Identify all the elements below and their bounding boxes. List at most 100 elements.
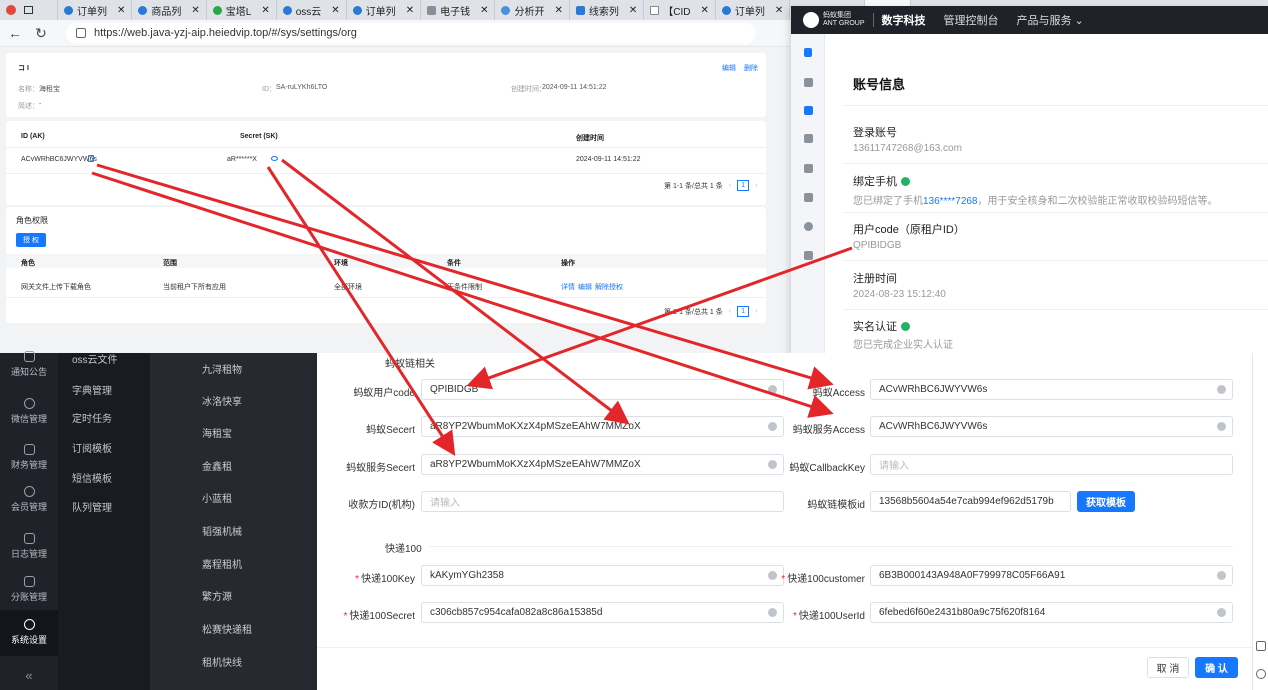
authorize-button[interactable]: 授 权 (16, 233, 46, 247)
tenant-item[interactable]: 九浔租物 (202, 361, 242, 376)
nav-products[interactable]: 产品与服务 ⌄ (1017, 12, 1084, 28)
clear-icon[interactable] (1217, 608, 1226, 617)
tenant-item[interactable]: 租机快线 (202, 654, 242, 669)
tenant-item[interactable]: 海租宝 (202, 425, 232, 440)
tenant-item[interactable]: 小蓝租 (202, 490, 232, 505)
browser-tab[interactable]: 宝塔L ✕ (207, 0, 277, 20)
ant-callback-input[interactable]: 请输入 (870, 454, 1233, 475)
kd100-userid-input[interactable]: 6febed6f60e2431b80a9c75f620f8164 (870, 602, 1233, 623)
browser-tab[interactable]: 订单列 ✕ (716, 0, 791, 20)
url-field[interactable]: https://web.java-yzj-aip.heiedvip.top/#/… (66, 22, 756, 44)
tab-close-icon[interactable]: ✕ (406, 5, 414, 16)
browser-tab[interactable]: 电子钱 ✕ (421, 0, 496, 20)
kd100-key-input[interactable]: kAKymYGh2358 (421, 565, 784, 586)
collapse-icon[interactable]: « (0, 660, 58, 690)
tenant-item[interactable]: 冰洛快享 (202, 393, 242, 408)
home-icon[interactable] (804, 78, 813, 87)
nav-notice[interactable]: 通知公告 (0, 351, 58, 378)
tab-list-icon[interactable] (24, 6, 33, 14)
pager-next-icon[interactable]: › (755, 308, 757, 315)
tenant-item[interactable]: 嘉程租机 (202, 556, 242, 571)
pager-prev-icon[interactable]: ‹ (729, 182, 731, 189)
kd100-customer-input[interactable]: 6B3B000143A948A0F799978C05F66A91 (870, 565, 1233, 586)
nav-member[interactable]: 会员管理 (0, 486, 58, 513)
menu-queue[interactable]: 队列管理 (72, 499, 112, 514)
refresh-icon[interactable]: ↻ (30, 22, 52, 44)
browser-tab[interactable]: oss云 ✕ (277, 0, 347, 20)
tab-close-icon[interactable]: ✕ (554, 5, 562, 16)
payee-id-input[interactable]: 请输入 (421, 491, 784, 512)
browser-tab[interactable]: 分析开 ✕ (495, 0, 570, 20)
cancel-button[interactable]: 取 消 (1147, 657, 1189, 678)
ant-access-input[interactable]: ACvWRhBC6JWYVW6s (870, 379, 1233, 400)
tenant-item[interactable]: 松赛快递租 (202, 621, 252, 636)
clear-icon[interactable] (1217, 571, 1226, 580)
nav-split[interactable]: 分账管理 (0, 576, 58, 603)
message-icon[interactable] (804, 251, 813, 260)
tab-close-icon[interactable]: ✕ (191, 5, 199, 16)
nav-log[interactable]: 日志管理 (0, 533, 58, 560)
wechat-icon (23, 398, 35, 409)
divider (843, 260, 1268, 261)
nav-console[interactable]: 管理控制台 (944, 12, 999, 28)
pager-next-icon[interactable]: › (755, 182, 757, 189)
tab-close-icon[interactable]: ✕ (331, 5, 339, 16)
browser-tab[interactable]: 订单列 ✕ (347, 0, 422, 20)
template-id-input[interactable]: 13568b5604a54e7cab994ef962d5179b (870, 491, 1071, 512)
tab-close-icon[interactable]: ✕ (629, 5, 637, 16)
download-icon[interactable] (804, 164, 813, 173)
browser-tab[interactable]: 商品列 ✕ (132, 0, 207, 20)
lock-icon (76, 28, 86, 38)
clear-icon[interactable] (1217, 422, 1226, 431)
confirm-button[interactable]: 确 认 (1195, 657, 1238, 678)
ant-service-secret-input[interactable]: aR8YP2WbumMoKXzX4pMSzeEAhW7MMZoX (421, 454, 784, 475)
tenant-item[interactable]: 金鑫租 (202, 458, 232, 473)
browser-tab[interactable]: 线索列 ✕ (570, 0, 645, 20)
tab-close-icon[interactable]: ✕ (117, 5, 125, 16)
get-template-button[interactable]: 获取模板 (1077, 491, 1135, 512)
browser-tab[interactable]: 订单列 ✕ (58, 0, 133, 20)
account-icon[interactable] (804, 106, 813, 115)
pager-page[interactable]: 1 (737, 306, 750, 317)
nav-wechat[interactable]: 微信管理 (0, 398, 58, 425)
tab-close-icon[interactable]: ✕ (261, 5, 269, 16)
id-card-icon[interactable] (804, 134, 813, 143)
detail-link[interactable]: 详情 (561, 282, 575, 292)
edit-role-link[interactable]: 编辑 (578, 282, 592, 292)
ant-service-access-input[interactable]: ACvWRhBC6JWYVW6s (870, 416, 1233, 437)
eye-icon[interactable] (271, 156, 278, 161)
tab-close-icon[interactable]: ✕ (775, 5, 783, 16)
org-desc-value: - (39, 101, 42, 108)
revoke-link[interactable]: 解除授权 (595, 282, 623, 292)
pager-prev-icon[interactable]: ‹ (729, 308, 731, 315)
menu-sms[interactable]: 短信模板 (72, 470, 112, 485)
edit-link[interactable]: 编辑 (722, 63, 736, 73)
browser-tab[interactable]: 【CID ✕ (644, 0, 716, 20)
menu-subscribe[interactable]: 订阅模板 (72, 440, 112, 455)
pager-page[interactable]: 1 (737, 180, 750, 191)
ant-user-code-input[interactable]: QPIBIDGB (421, 379, 784, 400)
rail-toggle-icon[interactable] (804, 48, 812, 57)
bell-icon[interactable] (804, 222, 813, 231)
tab-strip-controls[interactable] (0, 0, 58, 20)
screenshot-icon[interactable] (1256, 641, 1266, 651)
menu-oss[interactable]: oss云文件 (72, 351, 118, 366)
ant-secret-input[interactable]: aR8YP2WbumMoKXzX4pMSzeEAhW7MMZoX (421, 416, 784, 437)
tab-close-icon[interactable]: ✕ (480, 5, 488, 16)
menu-cron[interactable]: 定时任务 (72, 410, 112, 425)
nav-finance[interactable]: 财务管理 (0, 444, 58, 471)
tenant-item[interactable]: 韬强机械 (202, 523, 242, 538)
back-arrow-icon[interactable]: ← (4, 22, 26, 44)
nav-settings[interactable]: 系统设置 (0, 610, 58, 656)
settings-icon[interactable] (1256, 669, 1266, 679)
menu-dict[interactable]: 字典管理 (72, 382, 112, 397)
check-icon[interactable] (804, 193, 813, 202)
delete-link[interactable]: 删除 (744, 63, 758, 73)
split-icon (23, 576, 35, 587)
copy-icon[interactable] (88, 155, 94, 162)
kd100-secret-input[interactable]: c306cb857c954cafa082a8c86a15385d (421, 602, 784, 623)
tab-close-icon[interactable]: ✕ (700, 5, 708, 16)
clear-icon[interactable] (1217, 385, 1226, 394)
tenant-item[interactable]: 繁方源 (202, 588, 232, 603)
profile-icon[interactable] (6, 5, 16, 15)
